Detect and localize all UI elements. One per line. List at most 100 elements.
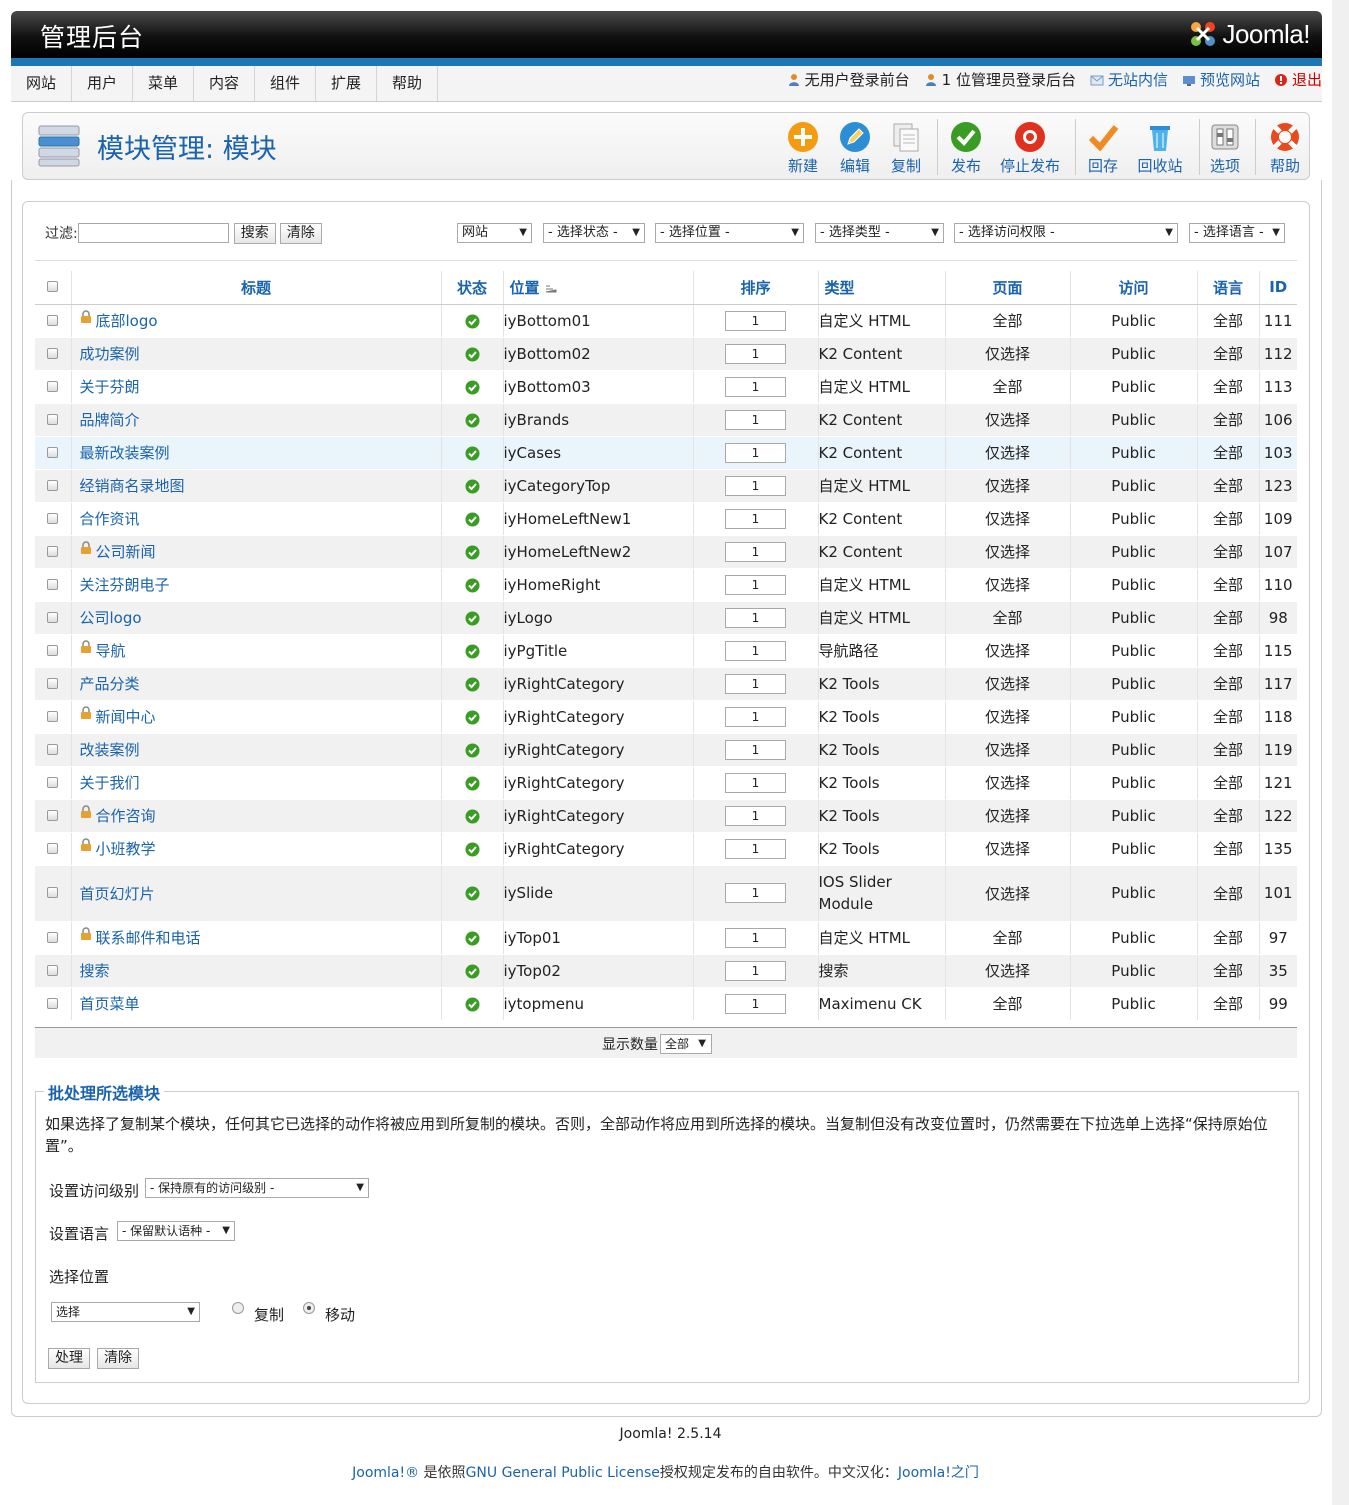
- publish-button[interactable]: 发布: [938, 121, 994, 176]
- row-status-cell[interactable]: [441, 954, 504, 988]
- table-row[interactable]: 首页菜单 iytopmenu 1 Maximenu CK 全部 Public 全部 99: [35, 987, 1297, 1021]
- table-row[interactable]: 导航 iyPgTitle 1 导航路径 仅选择 Public 全部 115: [35, 634, 1297, 668]
- row-checkbox[interactable]: [47, 710, 59, 722]
- row-checkbox[interactable]: [47, 842, 59, 854]
- preview-link[interactable]: 预览网站: [1182, 69, 1260, 90]
- batch-language-select[interactable]: - 保留默认语种 - ▼: [117, 1221, 235, 1241]
- state-select[interactable]: - 选择状态 - ▼: [543, 223, 645, 243]
- table-row[interactable]: 最新改装案例 iyCases 1 K2 Content 仅选择 Public 全部 103: [35, 436, 1297, 470]
- row-status-cell[interactable]: [441, 667, 504, 701]
- row-checkbox[interactable]: [47, 578, 59, 590]
- row-status-cell[interactable]: [441, 832, 504, 866]
- batch-clear-button[interactable]: 清除: [97, 1348, 139, 1369]
- row-order-input[interactable]: 1: [725, 508, 786, 529]
- row-status-cell[interactable]: [441, 865, 504, 922]
- batch-access-select[interactable]: - 保持原有的访问级别 - ▼: [145, 1178, 369, 1198]
- checkin-button[interactable]: 回存: [1075, 121, 1131, 176]
- row-checkbox[interactable]: [47, 743, 59, 755]
- access-select[interactable]: - 选择访问权限 - ▼: [954, 223, 1178, 243]
- client-select[interactable]: 网站 ▼: [457, 223, 532, 243]
- table-row[interactable]: 品牌简介 iyBrands 1 K2 Content 仅选择 Public 全部 106: [35, 403, 1297, 437]
- table-row[interactable]: 关于我们 iyRightCategory 1 K2 Tools 仅选择 Public 全部 1…: [35, 766, 1297, 800]
- row-checkbox[interactable]: [47, 512, 59, 524]
- col-pages[interactable]: 页面: [945, 271, 1071, 305]
- row-checkbox[interactable]: [47, 380, 59, 392]
- batch-process-button[interactable]: 处理: [48, 1348, 90, 1369]
- table-row[interactable]: 合作咨询 iyRightCategory 1 K2 Tools 仅选择 Public 全部 1…: [35, 799, 1297, 833]
- row-status-cell[interactable]: [441, 568, 504, 602]
- row-title-link[interactable]: 合作咨询: [72, 805, 441, 826]
- menu-extensions[interactable]: 扩展: [316, 66, 377, 101]
- trash-button[interactable]: 回收站: [1131, 121, 1189, 176]
- row-order-input[interactable]: 1: [725, 838, 786, 859]
- menu-content[interactable]: 内容: [194, 66, 255, 101]
- row-checkbox[interactable]: [47, 677, 59, 689]
- row-checkbox[interactable]: [47, 887, 59, 898]
- options-button[interactable]: 选项: [1197, 121, 1253, 176]
- row-title-link[interactable]: 关于芬朗: [72, 376, 441, 397]
- row-title-link[interactable]: 底部logo: [72, 310, 441, 331]
- row-checkbox[interactable]: [47, 644, 59, 656]
- row-order-input[interactable]: 1: [725, 475, 786, 496]
- row-title-link[interactable]: 搜索: [72, 960, 441, 981]
- clear-filter-button[interactable]: 清除: [279, 222, 322, 244]
- row-status-cell[interactable]: [441, 337, 504, 371]
- row-order-input[interactable]: 1: [725, 541, 786, 562]
- row-order-input[interactable]: 1: [725, 706, 786, 727]
- select-all-checkbox[interactable]: [47, 281, 59, 293]
- table-row[interactable]: 成功案例 iyBottom02 1 K2 Content 仅选择 Public 全部 112: [35, 337, 1297, 371]
- table-row[interactable]: 联系邮件和电话 iyTop01 1 自定义 HTML 全部 Public 全部 97: [35, 921, 1297, 955]
- row-checkbox[interactable]: [47, 809, 59, 821]
- col-ordering[interactable]: 排序: [693, 271, 819, 305]
- col-access[interactable]: 访问: [1070, 271, 1198, 305]
- row-status-cell[interactable]: [441, 535, 504, 569]
- row-status-cell[interactable]: [441, 502, 504, 536]
- table-row[interactable]: 公司logo iyLogo 1 自定义 HTML 全部 Public 全部 98: [35, 601, 1297, 635]
- row-order-input[interactable]: 1: [725, 960, 786, 981]
- language-select[interactable]: - 选择语言 - ▼: [1189, 223, 1285, 243]
- row-checkbox[interactable]: [47, 314, 59, 326]
- row-status-cell[interactable]: [441, 987, 504, 1021]
- row-checkbox[interactable]: [47, 776, 59, 788]
- row-status-cell[interactable]: [441, 634, 504, 668]
- row-order-input[interactable]: 1: [725, 927, 786, 948]
- row-status-cell[interactable]: [441, 304, 504, 338]
- row-checkbox[interactable]: [47, 611, 59, 623]
- col-status[interactable]: 状态: [441, 271, 504, 305]
- row-status-cell[interactable]: [441, 601, 504, 635]
- row-title-link[interactable]: 公司新闻: [72, 541, 441, 562]
- row-order-input[interactable]: 1: [725, 310, 786, 331]
- row-checkbox[interactable]: [47, 997, 59, 1009]
- menu-users[interactable]: 用户: [72, 66, 133, 101]
- row-title-link[interactable]: 成功案例: [72, 343, 441, 364]
- type-select[interactable]: - 选择类型 - ▼: [815, 223, 944, 243]
- row-status-cell[interactable]: [441, 799, 504, 833]
- row-title-link[interactable]: 产品分类: [72, 673, 441, 694]
- table-row[interactable]: 底部logo iyBottom01 1 自定义 HTML 全部 Public 全部 111: [35, 304, 1297, 338]
- col-id[interactable]: ID: [1259, 271, 1297, 305]
- col-language[interactable]: 语言: [1197, 271, 1260, 305]
- col-title[interactable]: 标题: [71, 271, 442, 305]
- batch-position-select[interactable]: 选择 ▼: [51, 1302, 200, 1322]
- table-row[interactable]: 关于芬朗 iyBottom03 1 自定义 HTML 全部 Public 全部 113: [35, 370, 1297, 404]
- row-title-link[interactable]: 经销商名录地图: [72, 475, 441, 496]
- messages-link[interactable]: 无站内信: [1090, 69, 1168, 90]
- row-title-link[interactable]: 首页菜单: [72, 993, 441, 1014]
- row-status-cell[interactable]: [441, 921, 504, 955]
- row-title-link[interactable]: 联系邮件和电话: [72, 927, 441, 948]
- row-order-input[interactable]: 1: [725, 772, 786, 793]
- gpl-link[interactable]: GNU General Public License: [466, 1465, 660, 1481]
- row-checkbox[interactable]: [47, 931, 59, 943]
- move-radio[interactable]: [303, 1302, 315, 1314]
- row-checkbox[interactable]: [47, 964, 59, 976]
- copy-button[interactable]: 复制: [878, 121, 934, 176]
- row-order-input[interactable]: 1: [725, 673, 786, 694]
- unpublish-button[interactable]: 停止发布: [996, 121, 1064, 176]
- copy-radio[interactable]: [232, 1302, 244, 1314]
- row-checkbox[interactable]: [47, 479, 59, 491]
- row-checkbox[interactable]: [47, 446, 59, 458]
- row-title-link[interactable]: 新闻中心: [72, 706, 441, 727]
- row-title-link[interactable]: 首页幻灯片: [72, 883, 441, 904]
- row-title-link[interactable]: 公司logo: [72, 607, 441, 628]
- table-row[interactable]: 关注芬朗电子 iyHomeRight 1 自定义 HTML 仅选择 Public 全部 110: [35, 568, 1297, 602]
